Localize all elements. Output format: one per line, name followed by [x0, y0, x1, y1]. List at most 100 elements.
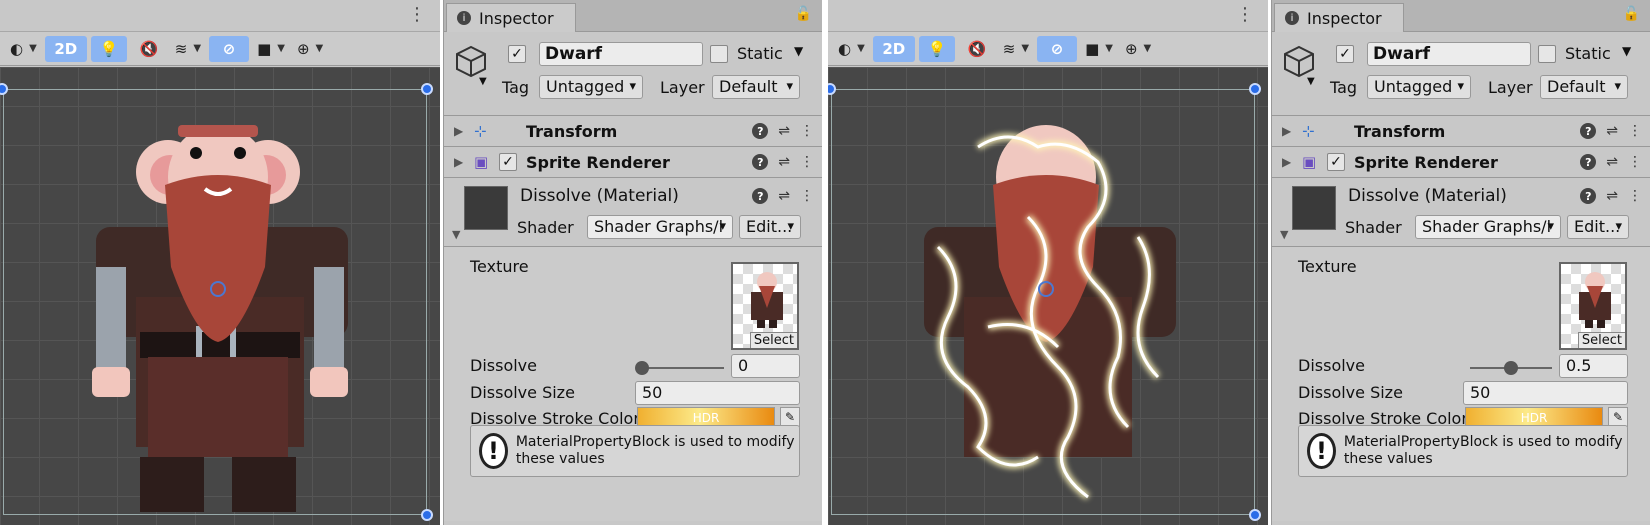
preset-icon[interactable]: ⇌ [778, 188, 790, 204]
help-icon[interactable]: ? [1580, 123, 1597, 139]
component-sprite-renderer[interactable]: ▶ ▣ ✓ Sprite Renderer ? ⇌ ⋮ [1272, 147, 1650, 178]
chevron-down-icon[interactable]: ▼ [479, 76, 487, 87]
kebab-menu-icon[interactable]: ⋮ [1628, 123, 1642, 139]
dissolve-value-field[interactable]: 0.5 [1559, 354, 1628, 378]
hdr-color-field[interactable]: HDR [637, 407, 775, 427]
expand-arrow-icon[interactable]: ▶ [454, 155, 463, 169]
component-actions: ? ⇌ ⋮ [752, 154, 814, 170]
dissolve-slider-knob[interactable] [635, 361, 649, 375]
component-actions: ? ⇌ ⋮ [1580, 123, 1642, 139]
shading-mode-button[interactable]: ◐ ▼ [834, 36, 869, 62]
gameobject-name-field[interactable]: Dwarf [1367, 42, 1531, 66]
static-label: Static [737, 44, 783, 63]
texture-slot[interactable]: Select [731, 262, 799, 350]
dissolve-value-field[interactable]: 0 [731, 354, 800, 378]
layer-dropdown[interactable]: Default [1540, 75, 1628, 99]
mode-2d-toggle[interactable]: 2D [872, 35, 915, 62]
mode-2d-toggle[interactable]: 2D [44, 35, 87, 62]
shader-label: Shader [517, 218, 574, 237]
lock-icon[interactable]: 🔓 [795, 6, 812, 22]
kebab-menu-icon[interactable]: ⋮ [408, 4, 426, 25]
material-preview-icon [1292, 186, 1336, 230]
help-icon[interactable]: ? [752, 123, 769, 139]
dissolve-slider[interactable] [642, 367, 724, 369]
help-icon[interactable]: ? [752, 154, 769, 170]
gizmos-button[interactable]: ⊕ ▼ [293, 36, 327, 62]
expand-arrow-icon[interactable]: ▶ [454, 124, 463, 138]
dissolve-size-field[interactable]: 50 [1463, 381, 1628, 405]
tag-dropdown[interactable]: Untagged [1367, 75, 1471, 99]
scene-viewport[interactable] [828, 67, 1268, 525]
component-transform[interactable]: ▶ ⊹ Transform ? ⇌ ⋮ [1272, 116, 1650, 147]
dwarf-sprite[interactable] [0, 67, 440, 525]
kebab-menu-icon[interactable]: ⋮ [1628, 188, 1642, 204]
layer-label: Layer [1488, 78, 1533, 97]
gameobject-name-field[interactable]: Dwarf [539, 42, 703, 66]
hidden-eye-icon: ⊘ [1050, 39, 1064, 58]
texture-select-button[interactable]: Select [749, 332, 797, 348]
chevron-down-icon[interactable]: ▼ [452, 228, 460, 241]
audio-toggle[interactable]: 🔇 [959, 36, 995, 62]
kebab-menu-icon[interactable]: ⋮ [800, 123, 814, 139]
dissolving-dwarf-sprite[interactable] [828, 67, 1268, 525]
material-preview-icon [464, 186, 508, 230]
preset-icon[interactable]: ⇌ [778, 123, 790, 139]
kebab-menu-icon[interactable]: ⋮ [1236, 4, 1254, 25]
edit-shader-button[interactable]: Edit... [739, 215, 801, 239]
preset-icon[interactable]: ⇌ [1606, 154, 1618, 170]
kebab-menu-icon[interactable]: ⋮ [800, 154, 814, 170]
kebab-menu-icon[interactable]: ⋮ [800, 188, 814, 204]
static-dropdown-icon[interactable]: ▼ [794, 44, 803, 58]
static-checkbox[interactable] [710, 45, 728, 63]
component-sprite-renderer[interactable]: ▶ ▣ ✓ Sprite Renderer ? ⇌ ⋮ [444, 147, 822, 178]
audio-toggle[interactable]: 🔇 [131, 36, 167, 62]
preset-icon[interactable]: ⇌ [1606, 123, 1618, 139]
effects-button[interactable]: ≋ ▼ [999, 36, 1033, 62]
shader-dropdown[interactable]: Shader Graphs/l [1415, 215, 1561, 239]
scene-viewport[interactable] [0, 67, 440, 525]
tab-inspector[interactable]: i Inspector [446, 3, 576, 32]
visibility-toggle[interactable]: ⊘ [1037, 35, 1078, 62]
camera-button[interactable]: ■ ▼ [253, 36, 289, 62]
help-icon[interactable]: ? [1580, 188, 1597, 204]
enabled-checkbox[interactable]: ✓ [1327, 153, 1345, 171]
lighting-toggle[interactable]: 💡 [90, 35, 127, 62]
hdr-color-field[interactable]: HDR [1465, 407, 1603, 427]
material-header: Dissolve (Material) ? ⇌ ⋮ Shader Shader Gr… [444, 178, 822, 247]
texture-select-button[interactable]: Select [1577, 332, 1625, 348]
dwarf-thumbnail [751, 272, 783, 328]
preset-icon[interactable]: ⇌ [778, 154, 790, 170]
preset-icon[interactable]: ⇌ [1606, 188, 1618, 204]
gizmos-button[interactable]: ⊕ ▼ [1121, 36, 1155, 62]
help-icon[interactable]: ? [752, 188, 769, 204]
lock-icon[interactable]: 🔓 [1623, 6, 1640, 22]
edit-shader-button[interactable]: Edit... [1567, 215, 1629, 239]
expand-arrow-icon[interactable]: ▶ [1282, 155, 1291, 169]
eyedropper-icon[interactable]: ✎ [780, 407, 800, 427]
chevron-down-icon[interactable]: ▼ [1307, 76, 1315, 87]
layer-dropdown[interactable]: Default [712, 75, 800, 99]
active-checkbox[interactable]: ✓ [1336, 45, 1354, 63]
camera-button[interactable]: ■ ▼ [1081, 36, 1117, 62]
enabled-checkbox[interactable]: ✓ [499, 153, 517, 171]
active-checkbox[interactable]: ✓ [508, 45, 526, 63]
static-checkbox[interactable] [1538, 45, 1556, 63]
kebab-menu-icon[interactable]: ⋮ [1628, 154, 1642, 170]
dissolve-slider-knob[interactable] [1504, 361, 1518, 375]
texture-slot[interactable]: Select [1559, 262, 1627, 350]
expand-arrow-icon[interactable]: ▶ [1282, 124, 1291, 138]
dissolve-size-field[interactable]: 50 [635, 381, 800, 405]
component-transform[interactable]: ▶ ⊹ Transform ? ⇌ ⋮ [444, 116, 822, 147]
visibility-toggle[interactable]: ⊘ [209, 35, 250, 62]
tag-dropdown[interactable]: Untagged [539, 75, 643, 99]
shading-mode-button[interactable]: ◐ ▼ [6, 36, 41, 62]
static-dropdown-icon[interactable]: ▼ [1622, 44, 1631, 58]
chevron-down-icon[interactable]: ▼ [1280, 228, 1288, 241]
eyedropper-icon[interactable]: ✎ [1608, 407, 1628, 427]
help-icon[interactable]: ? [1580, 154, 1597, 170]
effects-button[interactable]: ≋ ▼ [171, 36, 205, 62]
shader-dropdown[interactable]: Shader Graphs/l [587, 215, 733, 239]
lighting-toggle[interactable]: 💡 [918, 35, 955, 62]
tab-inspector[interactable]: i Inspector [1274, 3, 1404, 32]
layers-icon: ≋ [1002, 39, 1016, 58]
